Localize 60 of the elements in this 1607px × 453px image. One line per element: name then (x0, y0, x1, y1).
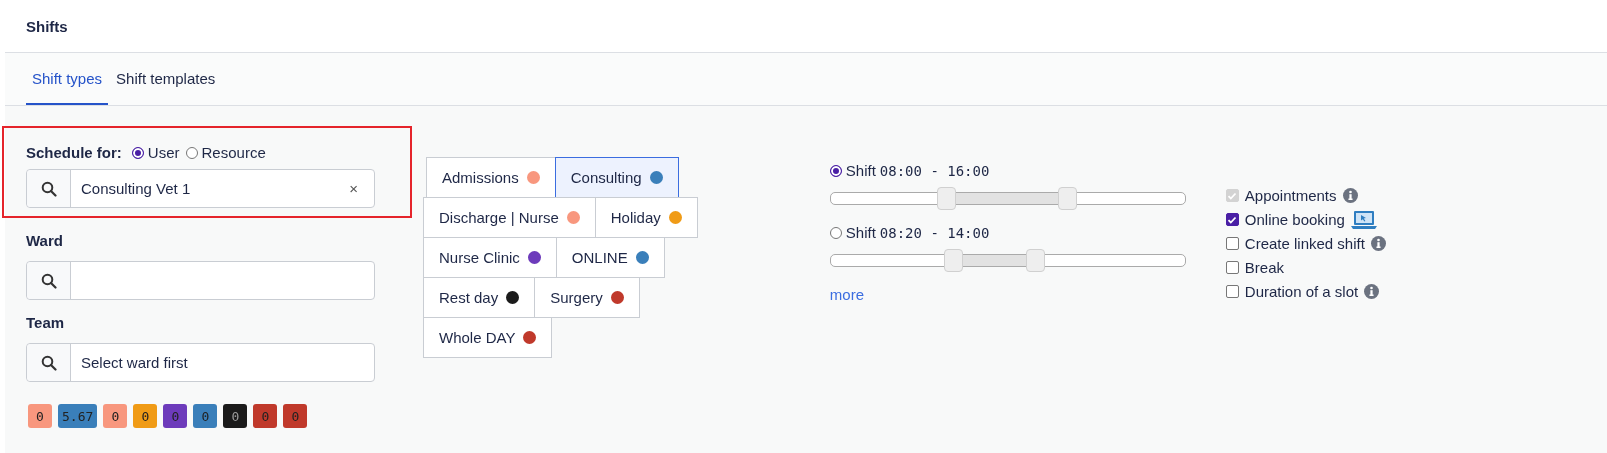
info-icon (1342, 188, 1358, 203)
shift-type-button[interactable]: Holiday (594, 197, 698, 238)
slider-handle[interactable] (944, 249, 964, 272)
checkbox[interactable] (1225, 237, 1239, 250)
range-slider[interactable] (829, 249, 1186, 272)
ward-label: Ward (26, 232, 64, 249)
count-badge: 0 (283, 404, 308, 428)
schedule-for-label: Schedule for: (26, 144, 122, 161)
radio-icon[interactable] (829, 226, 842, 239)
option-label: Duration of a slot (1244, 283, 1359, 300)
search-icon (40, 272, 57, 289)
tab[interactable]: Shift templates (110, 53, 222, 105)
field-value: Consulting Vet 1 (80, 180, 192, 197)
info-icon (1364, 284, 1380, 299)
search-field[interactable] (26, 261, 375, 300)
shift-option[interactable]: Shift 08:00 - 16:00 (829, 162, 1186, 179)
radio-option[interactable]: Resource (185, 144, 266, 161)
shift-type-button[interactable]: Whole DAY (423, 317, 553, 358)
slider-handle[interactable] (1026, 249, 1046, 272)
search-field[interactable]: Select ward first (26, 343, 375, 382)
count-badge: 0 (163, 404, 188, 428)
count-badge: 0 (133, 404, 158, 428)
shift-type-button[interactable]: Surgery (534, 277, 640, 318)
search-icon (40, 354, 57, 371)
shift-type-button[interactable]: ONLINE (555, 237, 665, 278)
count-badge: 0 (253, 404, 278, 428)
option-label: Appointments (1244, 187, 1337, 204)
more-link[interactable]: more (829, 286, 864, 303)
radio-option[interactable]: User (131, 144, 180, 161)
shift-type-button[interactable]: Consulting (554, 157, 679, 198)
shift-option[interactable]: Shift 08:20 - 14:00 (829, 224, 1186, 241)
radio-icon[interactable] (131, 146, 144, 159)
shift-type-button[interactable]: Admissions (426, 157, 556, 198)
count-badge: 5.67 (58, 404, 98, 428)
team-label: Team (26, 314, 66, 331)
page-title: Shifts (26, 17, 68, 35)
shift-type-button[interactable]: Nurse Clinic (423, 237, 557, 278)
radio-icon[interactable] (185, 146, 198, 159)
radio-icon[interactable] (829, 164, 842, 177)
checkbox[interactable] (1225, 261, 1239, 274)
range-slider[interactable] (829, 187, 1186, 210)
shift-type-button[interactable]: Rest day (423, 277, 536, 318)
search-field[interactable]: Consulting Vet 1 × (26, 169, 375, 208)
option-label: Online booking (1244, 211, 1345, 228)
search-input[interactable]: Select ward first (71, 353, 374, 372)
slider-handle[interactable] (1058, 187, 1078, 210)
laptop-icon (1350, 209, 1377, 230)
slider-handle[interactable] (937, 187, 957, 210)
option-label: Create linked shift (1244, 235, 1365, 252)
count-badge: 0 (223, 404, 248, 428)
search-icon (40, 180, 57, 197)
checkbox[interactable] (1225, 285, 1239, 298)
option-label: Break (1244, 259, 1284, 276)
checkbox[interactable] (1225, 213, 1239, 226)
info-icon (1370, 236, 1386, 251)
clear-button[interactable]: × (349, 180, 358, 197)
shift-type-button[interactable]: Discharge | Nurse (423, 197, 596, 238)
count-badge: 0 (103, 404, 128, 428)
count-badge: 0 (28, 404, 52, 428)
count-badge: 0 (193, 404, 218, 428)
